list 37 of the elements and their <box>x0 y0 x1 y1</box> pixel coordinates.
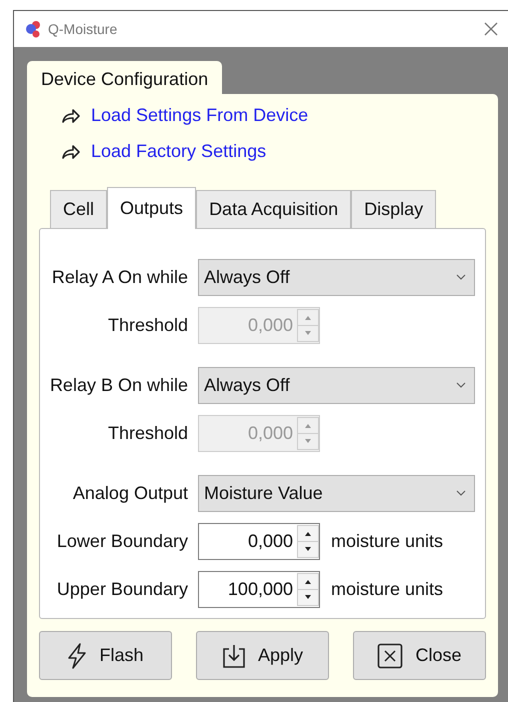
share-arrow-icon <box>61 108 81 124</box>
share-arrow-icon <box>61 144 81 160</box>
field-label: Analog Output <box>72 482 189 505</box>
dropdown[interactable]: Moisture Value <box>198 474 475 512</box>
field-label: Lower Boundary <box>56 530 189 553</box>
field-label: Relay B On while <box>48 374 189 397</box>
units-label: moisture units <box>331 578 444 600</box>
lightning-icon <box>67 642 88 668</box>
window-title: Q-Moisture <box>48 20 118 39</box>
field-label: Relay A On while <box>50 266 189 289</box>
tab[interactable]: Cell <box>50 190 108 228</box>
field-label: Threshold <box>106 314 189 336</box>
link[interactable]: Load Settings From Device <box>91 102 308 129</box>
action-button[interactable]: Close <box>353 631 486 680</box>
molecule-icon <box>24 20 42 38</box>
link[interactable]: Load Factory Settings <box>91 138 266 165</box>
tab[interactable]: Data Acquisition <box>196 190 352 228</box>
number-field[interactable]: 100,000 <box>198 570 320 608</box>
close-box-icon <box>377 642 404 668</box>
download-tray-icon <box>222 642 246 668</box>
spin-arrows-icon[interactable] <box>297 572 319 606</box>
field-label: Threshold <box>106 422 189 444</box>
spin-arrows-icon[interactable] <box>297 524 319 558</box>
tab[interactable]: Outputs <box>107 187 196 229</box>
dropdown[interactable]: Always Off <box>198 258 475 296</box>
field-label: Upper Boundary <box>56 578 189 601</box>
dropdown[interactable]: Always Off <box>198 366 475 404</box>
units-label: moisture units <box>331 530 444 552</box>
tab[interactable]: Display <box>351 190 436 228</box>
chevron-down-icon <box>456 490 466 496</box>
action-button[interactable]: Apply <box>196 631 329 680</box>
chevron-down-icon <box>456 274 466 280</box>
number-field[interactable]: 0,000 <box>198 522 320 560</box>
group-title: Device Configuration <box>27 61 222 95</box>
action-button[interactable]: Flash <box>39 631 172 680</box>
close-icon[interactable] <box>484 22 498 36</box>
chevron-down-icon <box>456 382 466 388</box>
